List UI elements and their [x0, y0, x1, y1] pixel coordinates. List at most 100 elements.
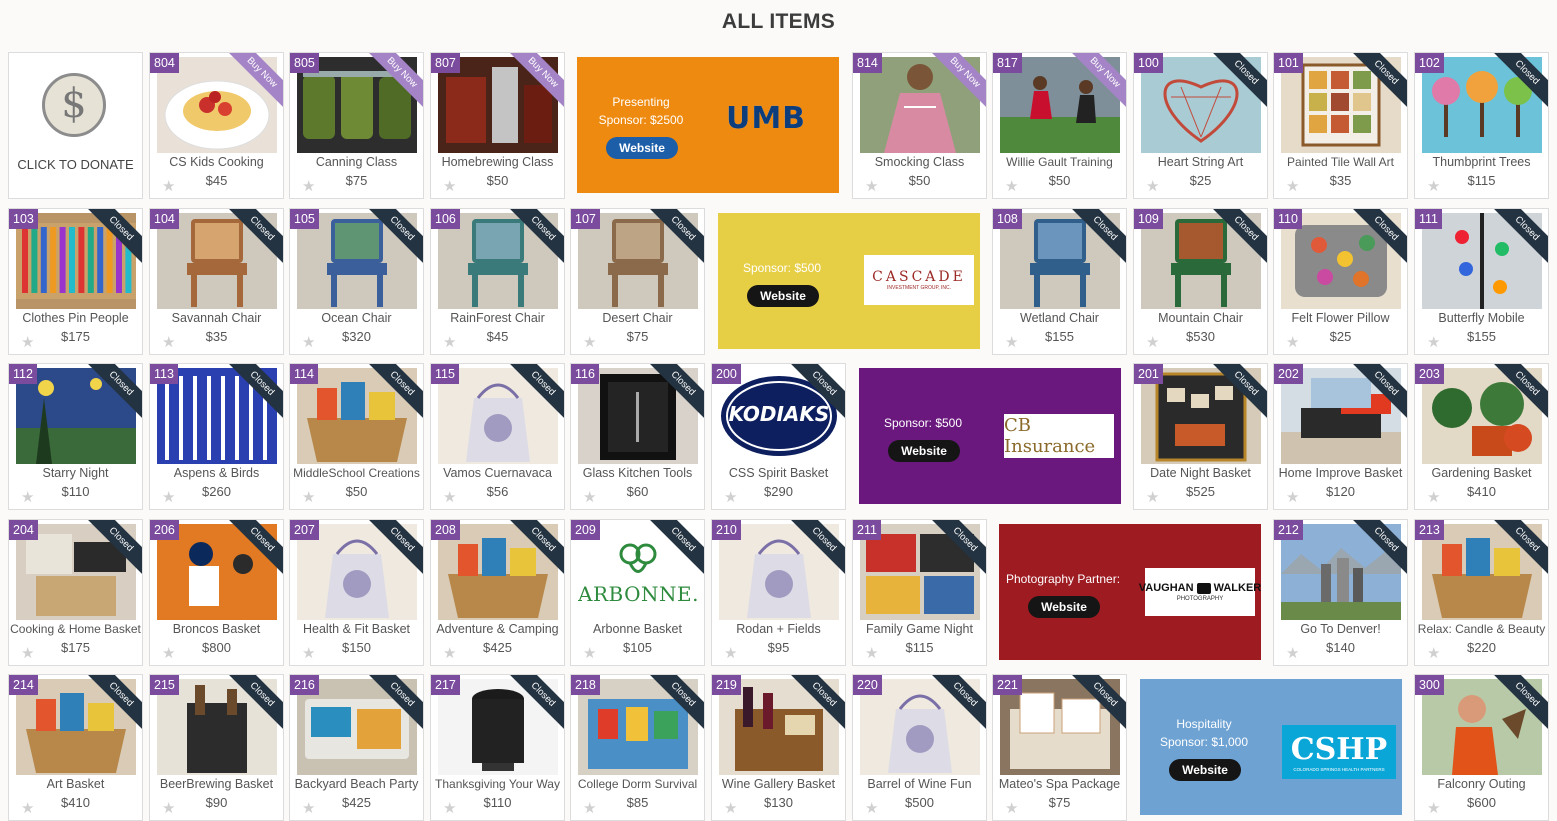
favorite-star-icon[interactable]: ★ [443, 644, 456, 662]
favorite-star-icon[interactable]: ★ [583, 333, 596, 351]
favorite-star-icon[interactable]: ★ [21, 799, 34, 817]
item-card[interactable]: 814 Buy Now Smocking Class $50 ★ [852, 52, 987, 199]
favorite-star-icon[interactable]: ★ [21, 488, 34, 506]
item-card[interactable]: 101 Closed Painted Tile Wall Art $35 ★ [1273, 52, 1408, 199]
favorite-star-icon[interactable]: ★ [1005, 333, 1018, 351]
favorite-star-icon[interactable]: ★ [724, 488, 737, 506]
favorite-star-icon[interactable]: ★ [1286, 644, 1299, 662]
favorite-star-icon[interactable]: ★ [443, 333, 456, 351]
favorite-star-icon[interactable]: ★ [583, 799, 596, 817]
item-card[interactable]: 207 Closed Health & Fit Basket $150 ★ [289, 519, 424, 666]
favorite-star-icon[interactable]: ★ [443, 177, 456, 195]
item-card[interactable]: 218 Closed College Dorm Survival $85 ★ [570, 674, 705, 821]
favorite-star-icon[interactable]: ★ [302, 333, 315, 351]
favorite-star-icon[interactable]: ★ [302, 799, 315, 817]
item-card[interactable]: 210 Closed Rodan + Fields $95 ★ [711, 519, 846, 666]
sponsor-logo[interactable]: UMB [722, 97, 810, 139]
item-card[interactable]: ARBONNE. 209 Closed Arbonne Basket $105 ★ [570, 519, 705, 666]
item-card[interactable]: 106 Closed RainForest Chair $45 ★ [430, 208, 565, 355]
item-card[interactable]: 110 Closed Felt Flower Pillow $25 ★ [1273, 208, 1408, 355]
favorite-star-icon[interactable]: ★ [1286, 333, 1299, 351]
item-card[interactable]: 214 Closed Art Basket $410 ★ [8, 674, 143, 821]
item-card[interactable]: 220 Closed Barrel of Wine Fun $500 ★ [852, 674, 987, 821]
item-card[interactable]: 219 Closed Wine Gallery Basket $130 ★ [711, 674, 846, 821]
item-card[interactable]: 105 Closed Ocean Chair $320 ★ [289, 208, 424, 355]
favorite-star-icon[interactable]: ★ [583, 644, 596, 662]
favorite-star-icon[interactable]: ★ [583, 488, 596, 506]
item-card[interactable]: 116 Closed Glass Kitchen Tools $60 ★ [570, 363, 705, 510]
favorite-star-icon[interactable]: ★ [1427, 177, 1440, 195]
item-card[interactable]: 208 Closed Adventure & Camping $425 ★ [430, 519, 565, 666]
item-card[interactable]: 115 Closed Vamos Cuernavaca $56 ★ [430, 363, 565, 510]
favorite-star-icon[interactable]: ★ [302, 644, 315, 662]
item-card[interactable]: 215 Closed BeerBrewing Basket $90 ★ [149, 674, 284, 821]
favorite-star-icon[interactable]: ★ [865, 644, 878, 662]
item-card[interactable]: 104 Closed Savannah Chair $35 ★ [149, 208, 284, 355]
item-card[interactable]: 805 Buy Now Canning Class $75 ★ [289, 52, 424, 199]
favorite-star-icon[interactable]: ★ [443, 799, 456, 817]
favorite-star-icon[interactable]: ★ [162, 488, 175, 506]
item-card[interactable]: 211 Closed Family Game Night $115 ★ [852, 519, 987, 666]
favorite-star-icon[interactable]: ★ [162, 799, 175, 817]
item-card[interactable]: 804 Buy Now CS Kids Cooking $45 ★ [149, 52, 284, 199]
donate-card[interactable]: $ CLICK TO DONATE [8, 52, 143, 199]
favorite-star-icon[interactable]: ★ [1427, 333, 1440, 351]
item-card[interactable]: 202 Closed Home Improve Basket $120 ★ [1273, 363, 1408, 510]
favorite-star-icon[interactable]: ★ [1286, 177, 1299, 195]
favorite-star-icon[interactable]: ★ [1005, 799, 1018, 817]
favorite-star-icon[interactable]: ★ [162, 177, 175, 195]
item-card[interactable]: 204 Closed Cooking & Home Basket $175 ★ [8, 519, 143, 666]
favorite-star-icon[interactable]: ★ [162, 644, 175, 662]
item-card[interactable]: 807 Buy Now Homebrewing Class $50 ★ [430, 52, 565, 199]
item-card[interactable]: 300 Closed Falconry Outing $600 ★ [1414, 674, 1549, 821]
favorite-star-icon[interactable]: ★ [21, 644, 34, 662]
favorite-star-icon[interactable]: ★ [1146, 177, 1159, 195]
favorite-star-icon[interactable]: ★ [1427, 488, 1440, 506]
favorite-star-icon[interactable]: ★ [443, 488, 456, 506]
item-card[interactable]: 103 Closed Clothes Pin People $175 ★ [8, 208, 143, 355]
favorite-star-icon[interactable]: ★ [302, 488, 315, 506]
item-card[interactable]: 221 Closed Mateo's Spa Package $75 ★ [992, 674, 1127, 821]
item-card[interactable]: 216 Closed Backyard Beach Party $425 ★ [289, 674, 424, 821]
item-card[interactable]: 112 Closed Starry Night $110 ★ [8, 363, 143, 510]
item-card[interactable]: 114 Closed MiddleSchool Creations $50 ★ [289, 363, 424, 510]
sponsor-logo[interactable]: VAUGHAN WALKER PHOTOGRAPHY [1139, 568, 1261, 616]
sponsor-logo[interactable]: CSHP COLORADO SPRINGS HEALTH PARTNERS [1282, 725, 1396, 779]
item-card[interactable]: 201 Closed Date Night Basket $525 ★ [1133, 363, 1268, 510]
favorite-star-icon[interactable]: ★ [1146, 333, 1159, 351]
item-card[interactable]: 217 Closed Thanksgiving Your Way $110 ★ [430, 674, 565, 821]
favorite-star-icon[interactable]: ★ [21, 333, 34, 351]
item-card[interactable]: 212 Closed Go To Denver! $140 ★ [1273, 519, 1408, 666]
favorite-star-icon[interactable]: ★ [1286, 488, 1299, 506]
favorite-star-icon[interactable]: ★ [1146, 488, 1159, 506]
favorite-star-icon[interactable]: ★ [1005, 177, 1018, 195]
sponsor-website-button[interactable]: Website [747, 285, 819, 307]
item-card[interactable]: 102 Closed Thumbprint Trees $115 ★ [1414, 52, 1549, 199]
item-card[interactable]: 109 Closed Mountain Chair $530 ★ [1133, 208, 1268, 355]
sponsor-website-button[interactable]: Website [1028, 596, 1100, 618]
item-card[interactable]: 107 Closed Desert Chair $75 ★ [570, 208, 705, 355]
favorite-star-icon[interactable]: ★ [724, 644, 737, 662]
favorite-star-icon[interactable]: ★ [724, 799, 737, 817]
sponsor-website-button[interactable]: Website [606, 137, 678, 159]
item-card[interactable]: KODIAKS 200 Closed CSS Spirit Basket $290 ★ [711, 363, 846, 510]
item-card[interactable]: 203 Closed Gardening Basket $410 ★ [1414, 363, 1549, 510]
favorite-star-icon[interactable]: ★ [1427, 799, 1440, 817]
item-card[interactable]: 213 Closed Relax: Candle & Beauty $220 ★ [1414, 519, 1549, 666]
favorite-star-icon[interactable]: ★ [865, 799, 878, 817]
item-card[interactable]: 113 Closed Aspens & Birds $260 ★ [149, 363, 284, 510]
favorite-star-icon[interactable]: ★ [162, 333, 175, 351]
favorite-star-icon[interactable]: ★ [865, 177, 878, 195]
item-card[interactable]: 108 Closed Wetland Chair $155 ★ [992, 208, 1127, 355]
sponsor-website-button[interactable]: Website [1169, 759, 1241, 781]
favorite-star-icon[interactable]: ★ [1427, 644, 1440, 662]
sponsor-website-button[interactable]: Website [888, 440, 960, 462]
item-name: Relax: Candle & Beauty [1417, 622, 1546, 636]
item-card[interactable]: 817 Buy Now Willie Gault Training $50 ★ [992, 52, 1127, 199]
item-card[interactable]: 100 Closed Heart String Art $25 ★ [1133, 52, 1268, 199]
item-card[interactable]: 111 Closed Butterfly Mobile $155 ★ [1414, 208, 1549, 355]
item-card[interactable]: 206 Closed Broncos Basket $800 ★ [149, 519, 284, 666]
sponsor-logo[interactable]: CB Insurance [1004, 414, 1114, 458]
sponsor-logo[interactable]: CASCADE INVESTMENT GROUP, INC. [864, 255, 974, 305]
favorite-star-icon[interactable]: ★ [302, 177, 315, 195]
